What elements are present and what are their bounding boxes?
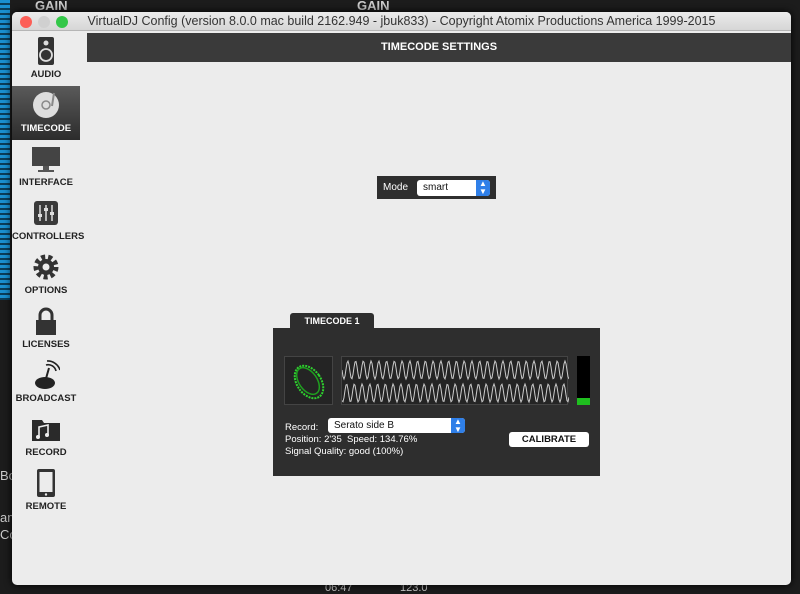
waveform-channel [341, 382, 570, 404]
mode-value: smart [423, 181, 449, 193]
mode-select[interactable]: smart ▲ ▼ [417, 179, 490, 196]
monitor-icon [32, 147, 60, 172]
sidebar-item-audio[interactable]: AUDIO [12, 32, 80, 86]
record-value: Serato side B [334, 420, 395, 431]
sidebar-item-label: INTERFACE [19, 177, 73, 188]
signal-meter-fill [577, 397, 590, 405]
signal-quality-text: Signal Quality: good (100%) [285, 446, 404, 457]
mode-selector-group: Mode smart ▲ ▼ [377, 176, 496, 199]
timecode-panel: Record: Serato side B ▲ ▼ Position: 2'35 … [273, 328, 600, 476]
page-title: TIMECODE SETTINGS [87, 33, 791, 62]
sidebar-item-label: LICENSES [22, 339, 70, 350]
sidebar-item-label: TIMECODE [20, 123, 72, 134]
lock-icon [36, 307, 56, 335]
position-speed-text: Position: 2'35 Speed: 134.76% [285, 434, 418, 445]
title-bar: VirtualDJ Config (version 8.0.0 mac buil… [12, 12, 791, 31]
phone-icon [37, 469, 55, 497]
sidebar-item-label: OPTIONS [24, 285, 68, 296]
sidebar-item-interface[interactable]: INTERFACE [12, 140, 80, 194]
turntable-icon [33, 92, 59, 118]
gear-icon [33, 254, 59, 280]
chevron-updown-icon: ▲ ▼ [476, 179, 490, 196]
vinyl-scope [284, 356, 333, 405]
sidebar-item-label: CONTROLLERS [12, 231, 85, 242]
music-folder-icon [32, 420, 60, 441]
config-window: VirtualDJ Config (version 8.0.0 mac buil… [12, 12, 791, 585]
minimize-button[interactable] [38, 16, 50, 28]
sidebar-item-broadcast[interactable]: BROADCAST [12, 356, 80, 410]
sidebar-item-options[interactable]: OPTIONS [12, 248, 80, 302]
background-vu-meter [0, 0, 10, 300]
sidebar-item-controllers[interactable]: CONTROLLERS [12, 194, 85, 248]
mode-label: Mode [383, 182, 409, 193]
antenna-icon [35, 360, 60, 389]
close-button[interactable] [20, 16, 32, 28]
calibrate-button[interactable]: CALIBRATE [509, 432, 589, 447]
speaker-icon [38, 37, 54, 65]
sidebar-item-label: AUDIO [30, 69, 62, 80]
signal-meter [577, 356, 590, 405]
waveform-display [341, 356, 570, 405]
sidebar-item-licenses[interactable]: LICENSES [12, 302, 80, 356]
chevron-updown-icon: ▲ ▼ [451, 418, 465, 434]
sidebar-item-record[interactable]: RECORD [12, 410, 80, 464]
waveform-channel [341, 359, 570, 381]
sidebar-item-timecode[interactable]: TIMECODE [12, 86, 80, 140]
sidebar-item-label: BROADCAST [15, 393, 77, 404]
record-select[interactable]: Serato side B ▲ ▼ [328, 418, 465, 434]
sliders-icon [34, 201, 58, 225]
sidebar-item-remote[interactable]: REMOTE [12, 464, 80, 518]
sidebar: AUDIO TIMECODE INTERFACE CONTROLLERS OPT… [12, 32, 85, 518]
sidebar-item-label: RECORD [25, 447, 67, 458]
record-label: Record: [285, 422, 319, 433]
zoom-button[interactable] [56, 16, 68, 28]
sidebar-item-label: REMOTE [25, 501, 67, 512]
window-title: VirtualDJ Config (version 8.0.0 mac buil… [87, 14, 716, 28]
